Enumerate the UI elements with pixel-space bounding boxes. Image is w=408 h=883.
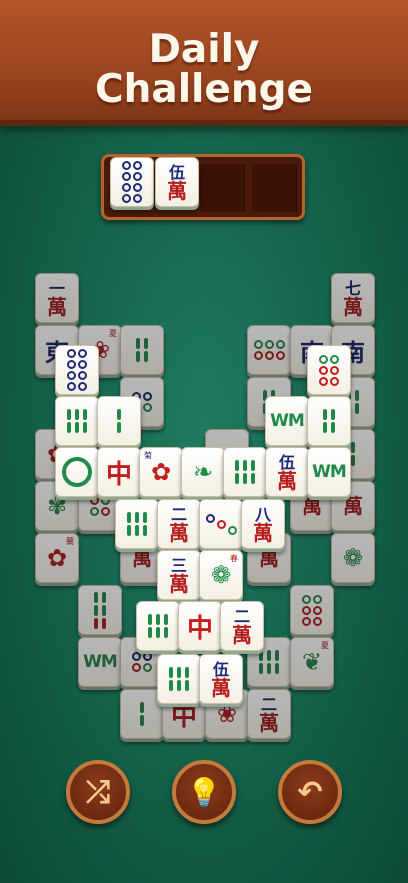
tile-red-dragon[interactable]: 中 bbox=[97, 447, 141, 497]
tile-wan-2[interactable]: 二萬 bbox=[247, 689, 291, 739]
tile-bamboo-6[interactable] bbox=[115, 499, 159, 549]
lightbulb-icon: 💡 bbox=[186, 775, 222, 809]
shuffle-button[interactable]: ⤮ bbox=[66, 760, 130, 824]
tile-green-dragon[interactable]: WM bbox=[307, 447, 351, 497]
tray-slot-empty bbox=[252, 164, 297, 212]
tile-bamboo-4[interactable] bbox=[120, 325, 164, 375]
tray-tile-wan-5: 伍 萬 bbox=[155, 157, 199, 207]
tile-circles-3[interactable] bbox=[199, 499, 243, 549]
tile-orchid[interactable]: 蘭✿ bbox=[35, 533, 79, 583]
tile-circles-8[interactable] bbox=[55, 345, 99, 395]
tile-wan-7[interactable]: 七萬 bbox=[331, 273, 375, 323]
tile-wan-3[interactable]: 三萬 bbox=[157, 550, 201, 600]
tile-bamboo-6[interactable] bbox=[223, 447, 267, 497]
tile-wan-2[interactable]: 二萬 bbox=[157, 499, 201, 549]
tile-red-dragon[interactable]: 中 bbox=[178, 601, 222, 651]
tile-bamboo-6[interactable] bbox=[136, 601, 180, 651]
tile-bamboo-6[interactable] bbox=[157, 654, 201, 704]
tile-wan-1[interactable]: 一萬 bbox=[35, 273, 79, 323]
tile-bamboo-6[interactable] bbox=[55, 396, 99, 446]
tile-circles-1[interactable] bbox=[55, 447, 99, 497]
tile-bamboo-2[interactable] bbox=[97, 396, 141, 446]
header-banner: Daily Challenge bbox=[0, 0, 408, 126]
tile-chrysanthemum[interactable]: 菊 ✿ bbox=[139, 447, 183, 497]
tray-tile-circles-8 bbox=[110, 157, 154, 207]
title-line-1: Daily bbox=[148, 27, 260, 72]
tile-dragon-emblem[interactable]: ❁ bbox=[331, 533, 375, 583]
undo-icon: ↶ bbox=[297, 774, 323, 810]
tile-spring[interactable]: 春 ❁ bbox=[199, 550, 243, 600]
tile-wan-2[interactable]: 二萬 bbox=[220, 601, 264, 651]
tile-bamboo-4[interactable] bbox=[307, 396, 351, 446]
tile-circles-6[interactable] bbox=[290, 585, 334, 635]
tile-wan-8[interactable]: 八萬 bbox=[241, 499, 285, 549]
tile-wan-5[interactable]: 伍萬 bbox=[265, 447, 309, 497]
tray-slot-empty bbox=[200, 164, 245, 212]
undo-button[interactable]: ↶ bbox=[278, 760, 342, 824]
tile-circles-6[interactable] bbox=[307, 345, 351, 395]
tile-wan-5[interactable]: 伍萬 bbox=[199, 654, 243, 704]
tile-green-dragon[interactable]: WM bbox=[78, 637, 122, 687]
tile-summer[interactable]: 夏 ❦ bbox=[290, 637, 334, 687]
tile-bamboo-6[interactable] bbox=[78, 585, 122, 635]
tile-bamboo-1-bird[interactable]: ❧ bbox=[181, 447, 225, 497]
title-line-2: Challenge bbox=[94, 67, 314, 112]
tile-green-dragon[interactable]: WM bbox=[265, 396, 309, 446]
tile-circles-6[interactable] bbox=[247, 325, 291, 375]
shuffle-icon: ⤮ bbox=[86, 774, 110, 810]
hint-button[interactable]: 💡 bbox=[172, 760, 236, 824]
